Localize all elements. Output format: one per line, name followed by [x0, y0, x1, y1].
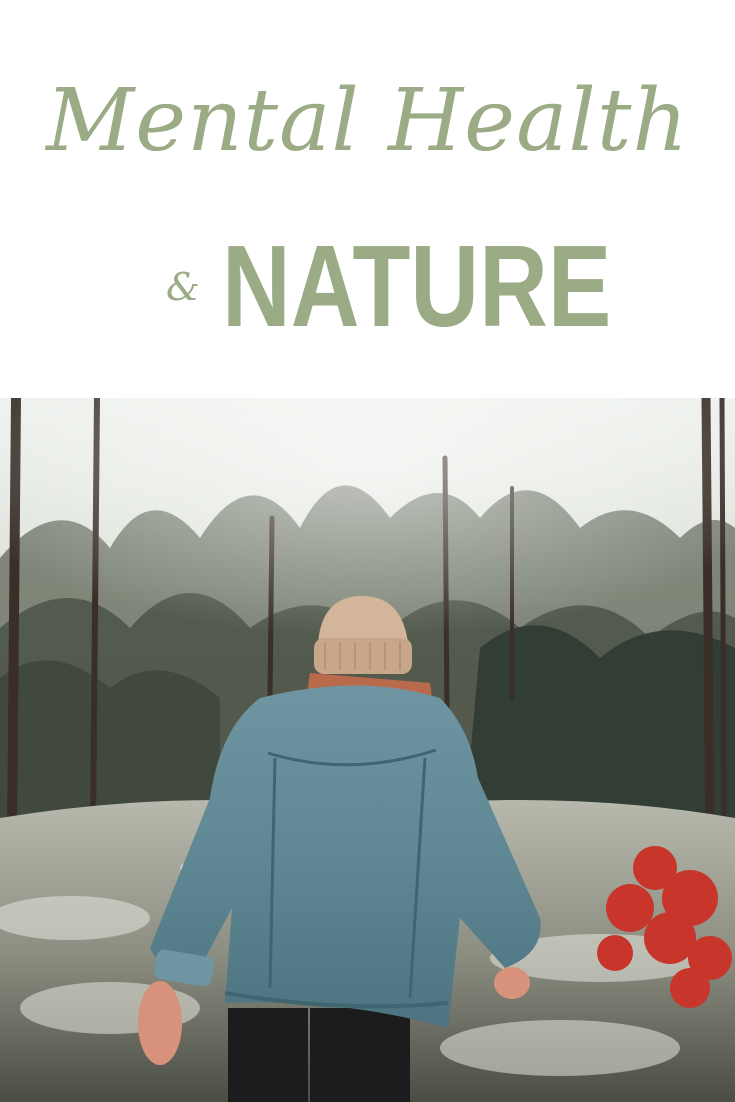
forest-photo: [0, 398, 735, 1102]
pin-graphic: Mental Health & NATURE: [0, 0, 735, 1102]
script-title: Mental Health: [46, 71, 689, 171]
block-title: NATURE: [222, 221, 612, 351]
ampersand: &: [166, 265, 200, 309]
title-banner: Mental Health & NATURE: [0, 0, 735, 398]
